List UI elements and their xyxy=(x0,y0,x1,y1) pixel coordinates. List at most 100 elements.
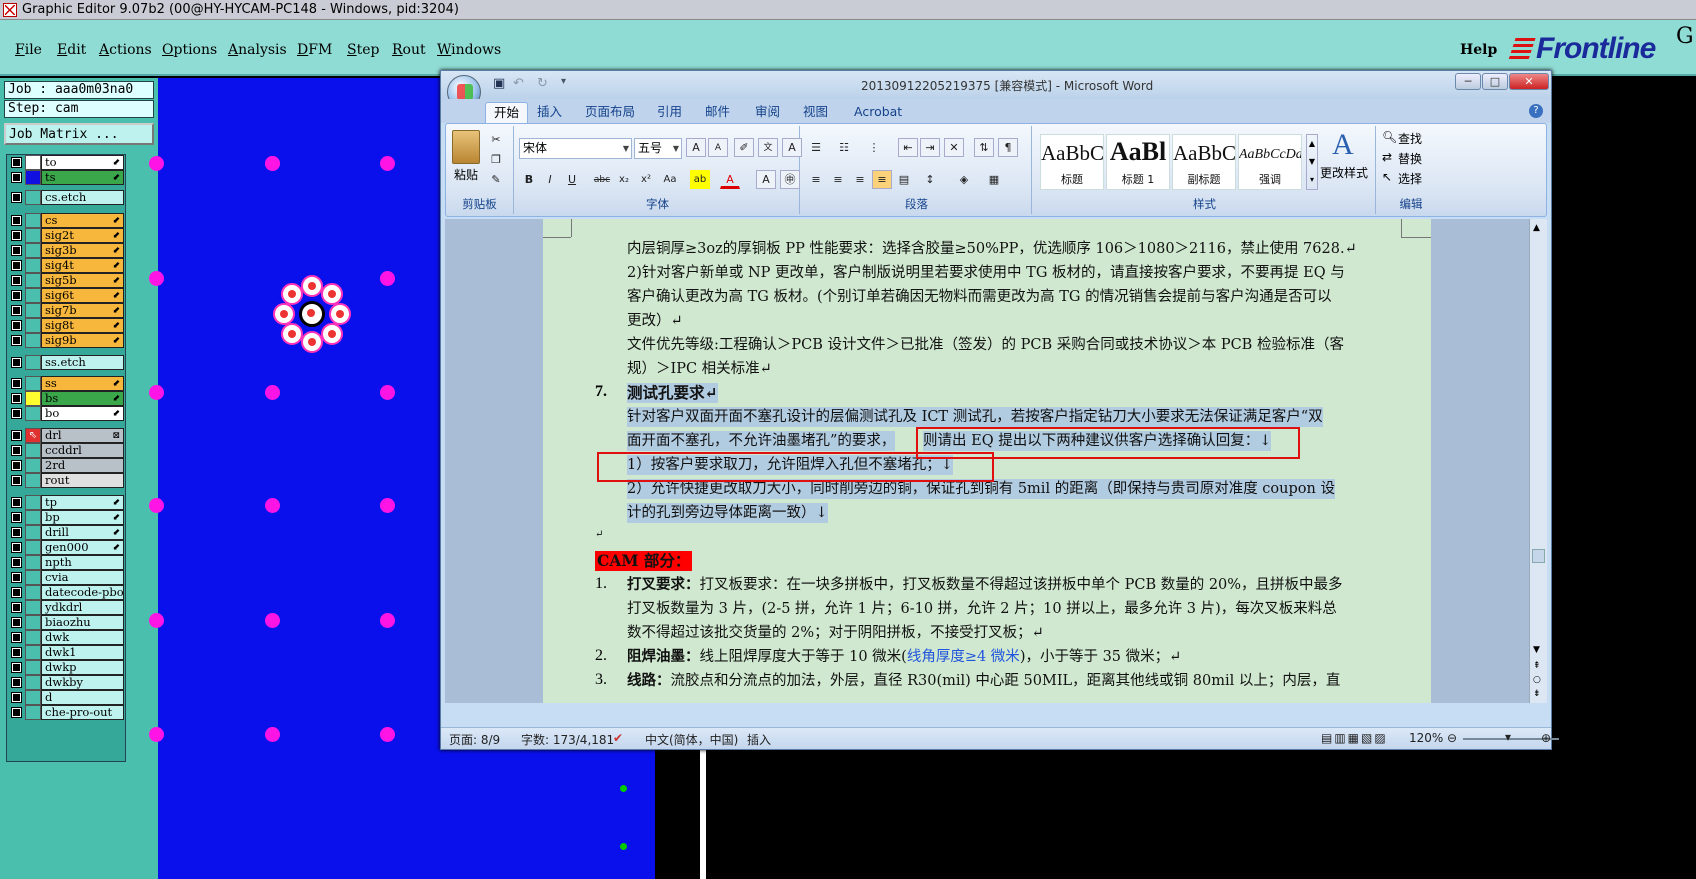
menu-windows[interactable]: Windows xyxy=(437,42,501,58)
layer-row-npth[interactable]: npth xyxy=(9,555,125,570)
find-button[interactable]: 查找 xyxy=(1398,130,1422,147)
layer-checkbox[interactable] xyxy=(11,230,22,241)
layer-row-ydkdrl[interactable]: ydkdrl xyxy=(9,600,125,615)
bullets-icon[interactable]: ☰ xyxy=(806,138,826,157)
layer-checkbox[interactable] xyxy=(11,460,22,471)
layer-checkbox[interactable] xyxy=(11,707,22,718)
document-area[interactable]: 内层铜厚≥3oz的厚铜板 PP 性能要求：选择含胶量≥50%PP，优选顺序 10… xyxy=(445,219,1529,703)
layer-row-gen000[interactable]: gen000 ⬋ xyxy=(9,540,125,555)
layer-color-swatch[interactable] xyxy=(25,333,41,348)
layer-row-d[interactable]: d xyxy=(9,690,125,705)
menu-actions[interactable]: Actions xyxy=(99,42,152,58)
phonetic-guide-icon[interactable]: 文 xyxy=(758,138,778,157)
layer-name[interactable]: bs ⬋ xyxy=(41,391,124,406)
layer-color-swatch[interactable] xyxy=(25,458,41,473)
layer-name[interactable]: ss.etch xyxy=(41,355,124,370)
multilevel-list-icon[interactable]: ⋮ xyxy=(864,138,884,157)
layer-checkbox[interactable] xyxy=(11,542,22,553)
character-border-icon[interactable]: A xyxy=(782,138,802,157)
scroll-down-icon[interactable]: ▼ xyxy=(1533,645,1540,655)
close-button[interactable]: ✕ xyxy=(1509,73,1549,90)
layer-color-swatch[interactable] xyxy=(25,258,41,273)
find-icon[interactable]: 🔍︎ xyxy=(1382,130,1397,144)
layer-name[interactable]: sig6t ⬋ xyxy=(41,288,124,303)
replace-button[interactable]: 替换 xyxy=(1398,150,1422,167)
layer-color-swatch[interactable] xyxy=(25,376,41,391)
layer-name[interactable]: dwk1 xyxy=(41,645,124,660)
layer-name[interactable]: sig2t ⬋ xyxy=(41,228,124,243)
layer-checkbox[interactable] xyxy=(11,647,22,658)
change-case-icon[interactable]: Aa xyxy=(660,170,680,189)
layer-color-swatch[interactable] xyxy=(25,228,41,243)
font-name-dropdown-icon[interactable]: ▼ xyxy=(623,139,629,158)
align-center-icon[interactable]: ≡ xyxy=(828,170,848,189)
layer-color-swatch[interactable] xyxy=(25,675,41,690)
tab-acrobat[interactable]: Acrobat xyxy=(846,102,910,123)
layer-color-swatch[interactable] xyxy=(25,213,41,228)
layer-color-swatch[interactable] xyxy=(25,705,41,720)
layer-color-swatch[interactable] xyxy=(25,473,41,488)
style-emphasis[interactable]: AaBbCcDd 强调 xyxy=(1238,134,1302,190)
layer-color-swatch[interactable] xyxy=(25,660,41,675)
copy-icon[interactable]: ❐ xyxy=(486,150,506,169)
borders-icon[interactable]: ▦ xyxy=(984,170,1004,189)
layer-name[interactable]: cs.etch xyxy=(41,190,124,205)
layer-checkbox[interactable] xyxy=(11,677,22,688)
layer-color-swatch[interactable] xyxy=(25,273,41,288)
layer-name[interactable]: tp ⬋ xyxy=(41,495,124,510)
proofing-icon[interactable]: ✔ xyxy=(613,731,623,745)
layer-checkbox[interactable] xyxy=(11,512,22,523)
select-icon[interactable]: ↖ xyxy=(1382,170,1392,184)
quick-access-save-icon[interactable]: ▣ xyxy=(493,76,505,91)
sort-icon[interactable]: ⇅ xyxy=(974,138,994,157)
layer-row-drl[interactable]: ⇖ drl ⊠ xyxy=(9,428,125,443)
superscript-icon[interactable]: x² xyxy=(636,170,656,189)
enclose-characters-icon[interactable]: ㊥ xyxy=(780,170,800,189)
menu-step[interactable]: Step xyxy=(347,42,379,58)
layer-color-swatch[interactable] xyxy=(25,391,41,406)
layer-color-swatch[interactable] xyxy=(25,555,41,570)
layer-row-sig5b[interactable]: sig5b ⬋ xyxy=(9,273,125,288)
layer-row-biaozhu[interactable]: biaozhu xyxy=(9,615,125,630)
tab-mailings[interactable]: 邮件 xyxy=(697,102,738,123)
layer-checkbox[interactable] xyxy=(11,602,22,613)
status-language[interactable]: 中文(简体，中国) xyxy=(645,731,738,748)
tab-review[interactable]: 审阅 xyxy=(747,102,788,123)
format-painter-icon[interactable]: ✎ xyxy=(486,170,506,189)
layer-color-swatch[interactable] xyxy=(25,690,41,705)
paste-icon[interactable] xyxy=(452,130,480,164)
layer-color-swatch[interactable] xyxy=(25,585,41,600)
layer-color-swatch[interactable] xyxy=(25,630,41,645)
shrink-font-icon[interactable]: A xyxy=(708,138,728,157)
layer-color-swatch[interactable]: ⇖ xyxy=(25,428,41,443)
layer-name[interactable]: che-pro-out xyxy=(41,705,124,720)
minimize-button[interactable]: ─ xyxy=(1455,73,1481,90)
layer-row-sig2t[interactable]: sig2t ⬋ xyxy=(9,228,125,243)
select-button[interactable]: 选择 xyxy=(1398,170,1422,187)
zoom-out-icon[interactable]: ⊖ xyxy=(1447,731,1457,745)
next-page-icon[interactable]: ⇟ xyxy=(1533,689,1541,699)
layer-name[interactable]: rout xyxy=(41,473,124,488)
layer-name[interactable]: dwk xyxy=(41,630,124,645)
menu-dfm[interactable]: DFM xyxy=(297,42,332,58)
paste-button[interactable]: 粘贴 xyxy=(454,166,478,183)
layer-checkbox[interactable] xyxy=(11,632,22,643)
layer-checkbox[interactable] xyxy=(11,357,22,368)
layer-checkbox[interactable] xyxy=(11,662,22,673)
layer-name[interactable]: ss ⬋ xyxy=(41,376,124,391)
menu-options[interactable]: Options xyxy=(162,42,217,58)
tab-view[interactable]: 视图 xyxy=(795,102,836,123)
layer-row-sig8t[interactable]: sig8t ⬋ xyxy=(9,318,125,333)
layer-name[interactable]: bo ⬋ xyxy=(41,406,124,421)
clear-format-icon[interactable]: ✐ xyxy=(734,138,754,157)
show-marks-icon[interactable]: ¶ xyxy=(998,138,1018,157)
layer-row-sig6t[interactable]: sig6t ⬋ xyxy=(9,288,125,303)
layer-color-swatch[interactable] xyxy=(25,243,41,258)
quick-access-redo-icon[interactable]: ↻ xyxy=(537,76,548,91)
menu-rout[interactable]: Rout xyxy=(392,42,426,58)
layer-color-swatch[interactable] xyxy=(25,540,41,555)
layer-row-rout[interactable]: rout xyxy=(9,473,125,488)
layer-checkbox[interactable] xyxy=(11,572,22,583)
layer-color-swatch[interactable] xyxy=(25,510,41,525)
layer-checkbox[interactable] xyxy=(11,393,22,404)
